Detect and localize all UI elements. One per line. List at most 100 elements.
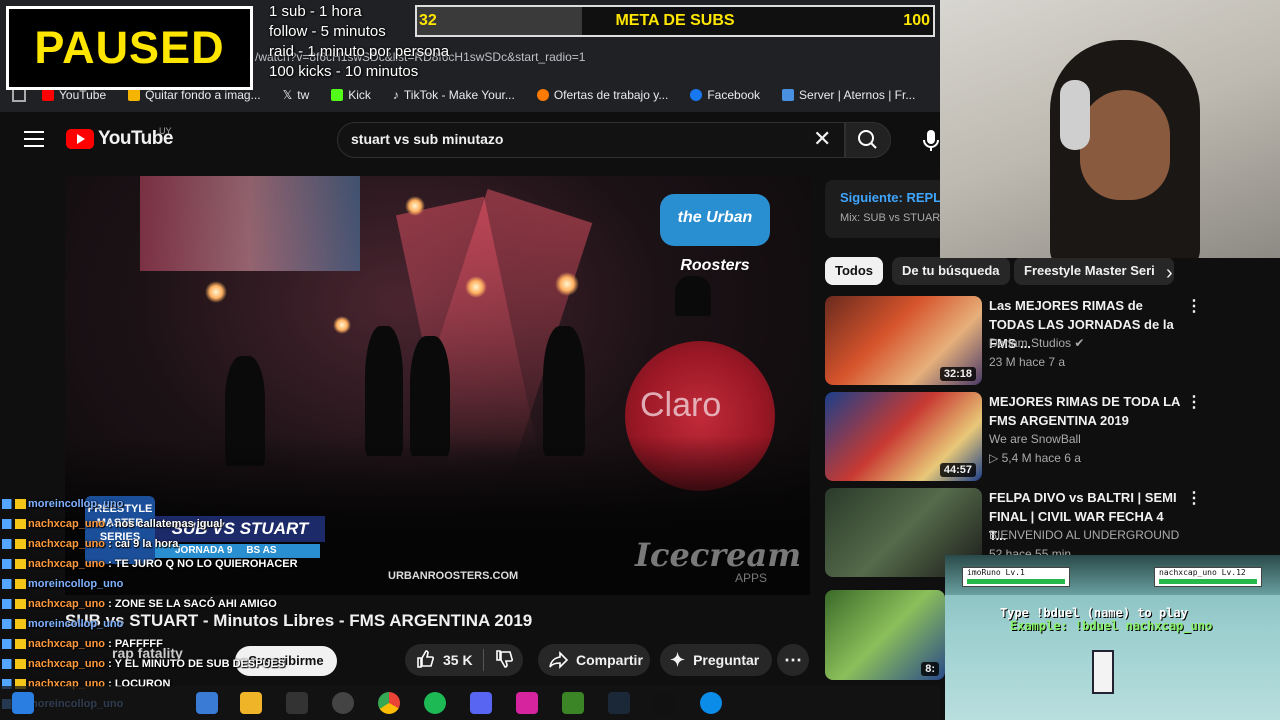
file-explorer-icon[interactable] [240,692,262,714]
chat-message: nachxcap_uno : Y EL MINUTO DE SUB DESPUE… [2,658,285,670]
spotify-icon[interactable] [424,692,446,714]
epic-games-icon[interactable] [654,692,676,714]
chat-message: nachxcap_uno : TE JURO Q NO LO QUIEROHAC… [2,558,298,570]
like-count: 35 K [443,652,473,668]
spotlight [405,196,425,216]
facebook-icon [690,89,703,101]
share-button[interactable]: Compartir [538,644,650,676]
next-label: Siguiente: REPLIE [840,190,940,205]
chat-badge-icon [2,639,26,650]
rec-meta-1: 23 M hace 7 a [989,355,1066,369]
like-dislike-group: 35 K [405,644,523,676]
steam-icon[interactable] [608,692,630,714]
more-icon: ⋯ [784,649,802,670]
duration-badge: 8: [921,662,939,676]
rec-channel-2: We are SnowBall [989,432,1081,446]
chat-text: Y EL MINUTO DE SUB DESPUES [114,658,286,670]
ask-button[interactable]: ✦ Preguntar [660,644,772,676]
chip-todos[interactable]: Todos [825,257,884,285]
youtube-icon [42,89,54,101]
capcut-icon[interactable] [286,692,308,714]
urban-roosters-logo: the Urban Roosters [660,194,770,274]
x-icon: 𝕏 [282,88,293,102]
game-example: Example: !bduel nachxcap_uno [1010,619,1213,633]
minecraft-icon[interactable] [562,692,584,714]
store-icon[interactable] [196,692,218,714]
bookmark-remove-bg[interactable]: Quitar fondo a imag... [128,88,261,102]
menu-icon[interactable] [24,131,44,147]
thumbs-up-icon [417,649,434,668]
youtube-play-icon [66,129,94,149]
rec-title-2[interactable]: MEJORES RIMAS DE TODA LA FMS ARGENTINA 2… [989,392,1184,430]
sub-goal-current: 32 [419,12,437,29]
bookmark-jobs[interactable]: Ofertas de trabajo y... [536,88,668,102]
windows-start-icon[interactable] [12,692,34,714]
duration-badge: 44:57 [939,463,976,477]
bookmark-tiktok[interactable]: ♪ TikTok - Make Your... [393,88,515,102]
chat-username: moreincollop_uno [28,498,124,510]
edge-icon[interactable] [700,692,722,714]
video-player[interactable]: Claro the Urban Roosters FREESTYLE MASTE… [65,176,810,595]
apps-icon[interactable] [12,88,26,102]
youtube-logo[interactable]: YouTube [66,128,173,150]
chat-badge-icon [2,499,26,510]
chat-text: PAFFFFF [114,638,163,650]
webcam-feed [940,0,1280,258]
clear-search-icon[interactable]: ✕ [813,128,831,150]
next-in-mix-card[interactable] [825,180,945,238]
chat-badge-icon [2,599,26,610]
chrome-icon[interactable] [378,692,400,714]
chat-message: moreincollop_uno [2,618,123,630]
discord-icon[interactable] [470,692,492,714]
search-query[interactable]: stuart vs sub minutazo [351,131,503,147]
chat-username: moreincollop_uno [28,578,124,590]
rec-thumbnail-1[interactable]: 32:18 [825,296,982,385]
streamer-face [1080,90,1170,200]
chat-badge-icon [2,559,26,570]
bookmark-facebook[interactable]: Facebook [690,88,760,102]
like-button[interactable] [415,649,435,672]
duration-badge: 32:18 [939,367,976,381]
chat-username: moreincollop_uno [28,618,124,630]
chat-username: nachxcap_uno [28,518,106,530]
rec-thumbnail-4[interactable]: 8: [825,590,945,680]
chat-message: nachxcap_uno : nos callatemas igual [2,518,222,530]
rec-more-icon[interactable]: ⋮ [1186,488,1202,508]
jobs-icon [536,89,549,101]
player1-hp-panel: imoRuno Lv.1 [962,567,1070,587]
mix-label: Mix: SUB vs STUART [840,212,940,224]
dislike-button[interactable] [494,649,514,672]
bookmark-x[interactable]: 𝕏tw [283,88,310,102]
rec-thumbnail-2[interactable]: 44:57 [825,392,982,481]
chat-badge-icon [2,519,26,530]
bookmark-youtube[interactable]: YouTube [42,88,106,102]
icecream-watermark-sub: APPS [735,571,768,585]
video-watermark-url: URBANROOSTERS.COM [388,570,519,582]
headset-icon [1060,80,1090,150]
chevron-right-icon[interactable]: › [1166,262,1173,285]
rec-more-icon[interactable]: ⋮ [1186,296,1202,316]
chat-badge-icon [2,539,26,550]
chat-message: nachxcap_uno : ZONE SE LA SACÓ AHI AMIGO [2,598,277,610]
more-actions-button[interactable]: ⋯ [777,644,809,676]
obs-icon[interactable] [332,692,354,714]
instagram-icon[interactable] [516,692,538,714]
aternos-icon [782,89,795,101]
game-instructions: Type !bduel (name) to play [1000,606,1188,620]
rec-channel-1: Deriam Studios ✔ [989,336,1085,350]
chip-search[interactable]: De tu búsqueda [892,257,1010,285]
chat-text: TE JURO Q NO LO QUIEROHACER [114,558,298,570]
sub-goal-fill [417,7,582,35]
player2-hp-panel: nachxcap_uno Lv.12 [1154,567,1262,587]
rec-more-icon[interactable]: ⋮ [1186,392,1202,412]
chat-text: caí 9 la hora [114,538,179,550]
chip-fms[interactable]: Freestyle Master Seri [1014,257,1174,285]
chat-username: nachxcap_uno [28,598,106,610]
spotlight [555,272,579,296]
thumbs-down-icon [495,649,513,668]
chat-message: nachxcap_uno : caí 9 la hora [2,538,178,550]
kick-icon [331,89,344,101]
search-button[interactable] [845,122,891,158]
bookmark-aternos[interactable]: Server | Aternos | Fr... [782,88,915,102]
bookmark-kick[interactable]: Kick [331,88,371,102]
